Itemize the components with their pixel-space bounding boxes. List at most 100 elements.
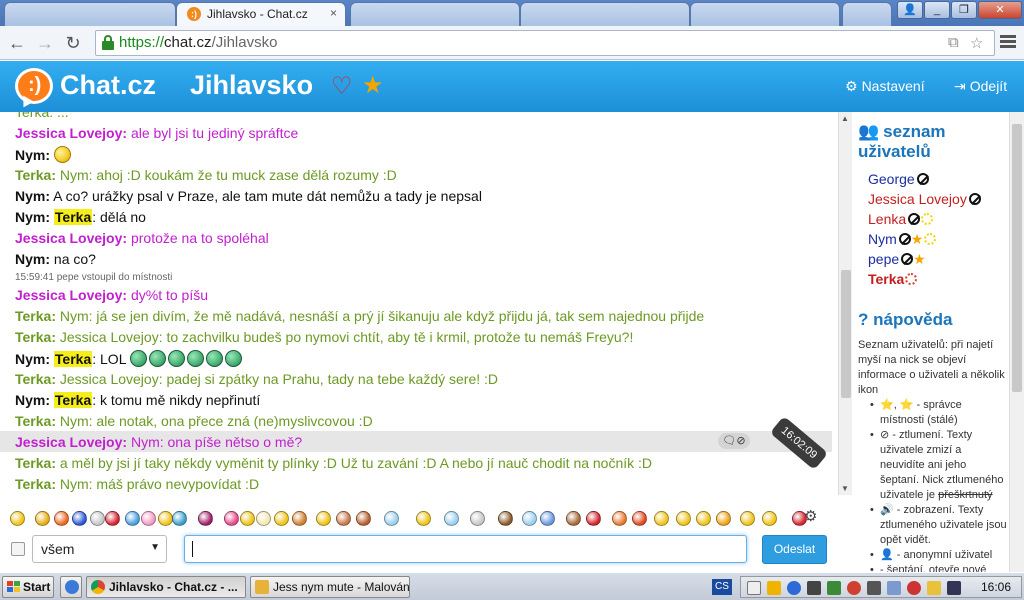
emoticon-icon[interactable]: [740, 511, 755, 526]
task-chrome[interactable]: Jihlavsko - Chat.cz - ...: [86, 576, 246, 598]
emoticon-icon[interactable]: [522, 511, 537, 526]
tray-sound-icon[interactable]: [807, 581, 821, 595]
tray-app-icon[interactable]: [827, 581, 841, 595]
message-nick[interactable]: Jessica Lovejoy:: [15, 125, 127, 141]
close-window-button[interactable]: ✕: [978, 1, 1022, 19]
maximize-button[interactable]: ❐: [951, 1, 977, 19]
tab-close-icon[interactable]: ×: [330, 6, 337, 20]
browser-tab-inactive[interactable]: [520, 2, 690, 26]
message-nick[interactable]: Terka:: [15, 167, 56, 183]
recipient-select[interactable]: všem ▼: [32, 535, 167, 563]
emoticon-icon[interactable]: [632, 511, 647, 526]
emoticon-icon[interactable]: [792, 511, 807, 526]
quicklaunch-ie-icon[interactable]: [60, 576, 82, 598]
emoticon-icon[interactable]: [90, 511, 105, 526]
emoticon-icon[interactable]: [141, 511, 156, 526]
message-input[interactable]: [184, 535, 747, 563]
message-nick[interactable]: Nym:: [15, 209, 50, 225]
emoticon-icon[interactable]: [292, 511, 307, 526]
back-arrow-icon[interactable]: ←: [6, 32, 28, 54]
mute-icon[interactable]: [968, 193, 981, 205]
emoticon-icon[interactable]: [172, 511, 187, 526]
sidebar-scrollbar[interactable]: [1009, 112, 1024, 572]
scroll-thumb[interactable]: [841, 270, 851, 398]
reload-icon[interactable]: ↻: [62, 32, 84, 54]
tray-window-icon[interactable]: [747, 581, 761, 595]
tray-antivirus-icon[interactable]: [907, 581, 921, 595]
emoticon-icon[interactable]: [198, 511, 213, 526]
mute-icon[interactable]: [916, 173, 929, 185]
emoticon-icon[interactable]: [654, 511, 669, 526]
message-nick[interactable]: Terka:: [15, 413, 56, 429]
emoticon-icon[interactable]: [470, 511, 485, 526]
emoticon-icon[interactable]: [612, 511, 627, 526]
emoticon-icon[interactable]: [158, 511, 173, 526]
chat-logo-icon[interactable]: :): [15, 68, 53, 104]
mute-icon[interactable]: [898, 233, 911, 245]
emoticon-icon[interactable]: [54, 511, 69, 526]
scroll-up-icon[interactable]: ▲: [841, 114, 849, 123]
user-item[interactable]: Nym ★: [868, 231, 937, 248]
emoticon-icon[interactable]: [586, 511, 601, 526]
emoticon-icon[interactable]: [762, 511, 777, 526]
emoticon-icon[interactable]: [10, 511, 25, 526]
tray-monitor-icon[interactable]: [947, 581, 961, 595]
message-nick[interactable]: Jessica Lovejoy:: [15, 434, 127, 450]
logo-text[interactable]: Chat.cz: [60, 70, 156, 101]
message-nick[interactable]: Terka:: [15, 308, 56, 324]
emoticon-icon[interactable]: [224, 511, 239, 526]
message-nick[interactable]: Terka:: [15, 476, 56, 492]
emoticon-icon[interactable]: [240, 511, 255, 526]
emoticon-icon[interactable]: [384, 511, 399, 526]
translate-icon[interactable]: ⧉: [948, 34, 959, 51]
browser-tab-active[interactable]: :) Jihlavsko - Chat.cz ×: [176, 2, 346, 26]
scroll-thumb[interactable]: [1012, 124, 1022, 392]
emoticon-icon[interactable]: [356, 511, 371, 526]
taskbar-clock[interactable]: 16:06: [981, 580, 1011, 594]
bookmark-star-icon[interactable]: ☆: [970, 34, 983, 52]
tray-display-icon[interactable]: [867, 581, 881, 595]
tray-alert-icon[interactable]: [847, 581, 861, 595]
send-button[interactable]: Odeslat: [762, 535, 827, 564]
message-nick[interactable]: Terka:: [15, 329, 56, 345]
user-item[interactable]: George: [868, 171, 929, 187]
minimize-button[interactable]: _: [924, 1, 950, 19]
menu-icon[interactable]: [1000, 35, 1016, 49]
message-nick[interactable]: Terka:: [15, 371, 56, 387]
emoticon-icon[interactable]: [444, 511, 459, 526]
browser-tab-inactive[interactable]: [4, 2, 176, 26]
message-actions[interactable]: 🗨⊘: [718, 433, 750, 449]
tray-battery-icon[interactable]: [927, 581, 941, 595]
chat-scrollbar[interactable]: ▲ ▼: [838, 112, 852, 495]
mute-icon[interactable]: [901, 253, 914, 265]
emoticon-icon[interactable]: [416, 511, 431, 526]
emoticon-icon[interactable]: [716, 511, 731, 526]
star-icon[interactable]: ★: [362, 73, 384, 99]
logout-link[interactable]: ⇥ Odejít: [954, 78, 1007, 95]
emoticon-icon[interactable]: [125, 511, 140, 526]
user-item[interactable]: pepe ★: [868, 251, 926, 268]
tray-shield-icon[interactable]: [767, 581, 781, 595]
new-tab-button[interactable]: [842, 2, 892, 26]
tray-network-icon[interactable]: [787, 581, 801, 595]
message-nick[interactable]: Nym:: [15, 188, 50, 204]
task-paint[interactable]: Jess nym mute - Malování: [250, 576, 410, 598]
start-button[interactable]: Start: [2, 576, 54, 598]
emoticon-icon[interactable]: [336, 511, 351, 526]
message-nick[interactable]: Jessica Lovejoy:: [15, 287, 127, 303]
emoticon-icon[interactable]: [35, 511, 50, 526]
emoticon-icon[interactable]: [498, 511, 513, 526]
user-item[interactable]: Terka: [868, 271, 918, 287]
browser-tab-inactive[interactable]: [690, 2, 840, 26]
scroll-down-icon[interactable]: ▼: [841, 484, 849, 493]
message-nick[interactable]: Terka:: [15, 455, 56, 471]
user-item[interactable]: Lenka: [868, 211, 934, 227]
tray-usb-icon[interactable]: [887, 581, 901, 595]
emoticon-icon[interactable]: [72, 511, 87, 526]
message-nick[interactable]: Nym:: [15, 251, 50, 267]
message-nick[interactable]: Jessica Lovejoy:: [15, 230, 127, 246]
profile-icon[interactable]: 👤: [897, 1, 923, 19]
emoticon-icon[interactable]: [256, 511, 271, 526]
emoticon-icon[interactable]: [540, 511, 555, 526]
emoticon-icon[interactable]: [676, 511, 691, 526]
